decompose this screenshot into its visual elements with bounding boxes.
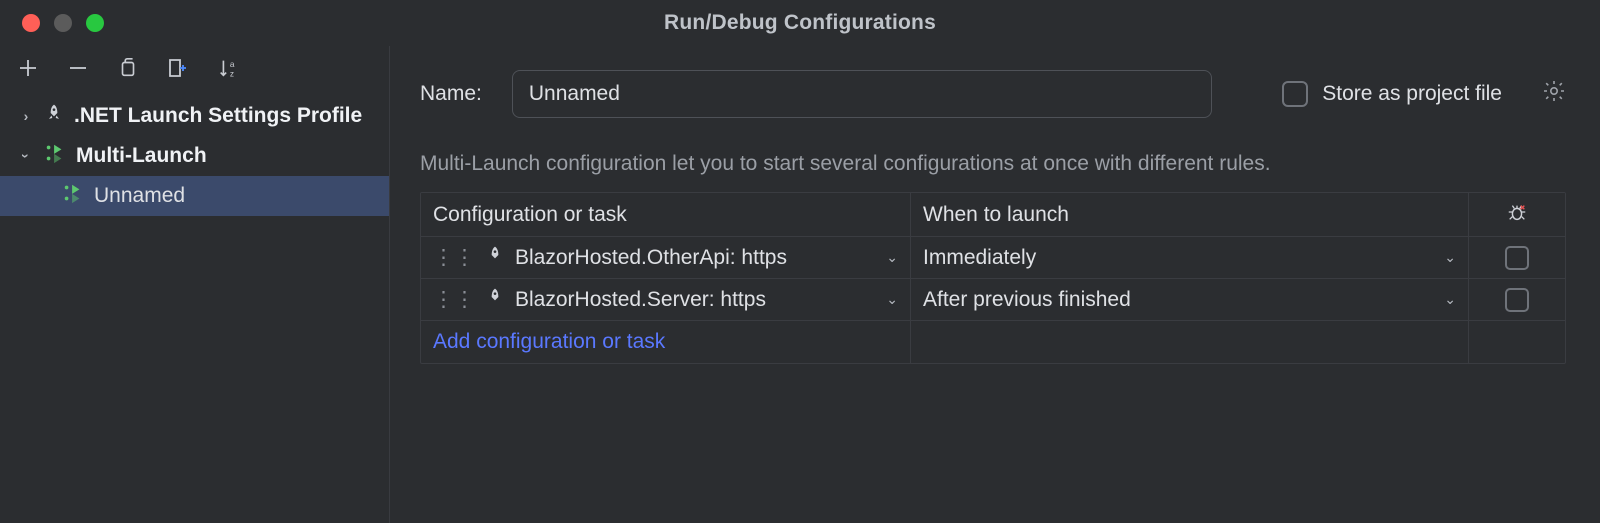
config-cell: BlazorHosted.OtherApi: https [515,246,876,270]
col-debug [1469,193,1565,236]
store-label: Store as project file [1322,82,1502,106]
add-configuration-link[interactable]: Add configuration or task [433,330,665,354]
collapse-icon: › [18,148,34,164]
name-label: Name: [420,82,482,106]
config-toolbar: az [0,46,389,94]
config-cell: BlazorHosted.Server: https [515,288,876,312]
col-when: When to launch [911,193,1469,236]
rocket-icon [485,286,505,314]
chevron-down-icon[interactable]: ⌄ [1444,249,1456,266]
col-configuration: Configuration or task [421,193,911,236]
table-row[interactable]: ⋮⋮ BlazorHosted.Server: https ⌄ After pr… [421,279,1565,321]
window-minimize-button[interactable] [54,14,72,32]
svg-text:z: z [230,69,234,78]
save-template-button[interactable] [164,54,192,82]
title-bar: Run/Debug Configurations [0,0,1600,46]
expand-icon: › [18,108,34,124]
chevron-down-icon[interactable]: ⌄ [886,249,898,266]
checkbox-icon [1282,81,1308,107]
tree-node-multi-launch[interactable]: › Multi-Launch [0,136,389,176]
chevron-down-icon[interactable]: ⌄ [1444,291,1456,308]
tree-node-label: Unnamed [94,184,185,208]
drag-handle-icon[interactable]: ⋮⋮ [433,245,475,270]
when-cell: After previous finished [923,288,1444,312]
window-close-button[interactable] [22,14,40,32]
window-title: Run/Debug Configurations [0,11,1600,35]
config-tree: › .NET Launch Settings Profile › Multi-L… [0,94,389,216]
when-cell: Immediately [923,246,1444,270]
rocket-icon [485,244,505,272]
tree-node-label: .NET Launch Settings Profile [74,104,362,128]
tree-node-label: Multi-Launch [76,144,207,168]
settings-gear-icon[interactable] [1542,79,1566,109]
multi-launch-description: Multi-Launch configuration let you to st… [420,152,1566,176]
name-input[interactable] [512,70,1212,118]
sort-button[interactable]: az [214,54,242,82]
window-zoom-button[interactable] [86,14,104,32]
bug-icon [1506,201,1528,229]
debug-checkbox[interactable] [1505,288,1529,312]
debug-checkbox[interactable] [1505,246,1529,270]
launch-table: Configuration or task When to launch ⋮⋮ … [420,192,1566,364]
rocket-icon [44,102,64,130]
copy-config-button[interactable] [114,54,142,82]
tree-node-launch-settings[interactable]: › .NET Launch Settings Profile [0,96,389,136]
multi-launch-icon [62,182,84,210]
store-as-project-file-toggle[interactable]: Store as project file [1282,81,1502,107]
tree-node-unnamed[interactable]: Unnamed [0,176,389,216]
multi-launch-icon [44,142,66,170]
add-config-button[interactable] [14,54,42,82]
drag-handle-icon[interactable]: ⋮⋮ [433,287,475,312]
svg-text:a: a [230,60,235,69]
table-row[interactable]: ⋮⋮ BlazorHosted.OtherApi: https ⌄ Immedi… [421,237,1565,279]
remove-config-button[interactable] [64,54,92,82]
chevron-down-icon[interactable]: ⌄ [886,291,898,308]
